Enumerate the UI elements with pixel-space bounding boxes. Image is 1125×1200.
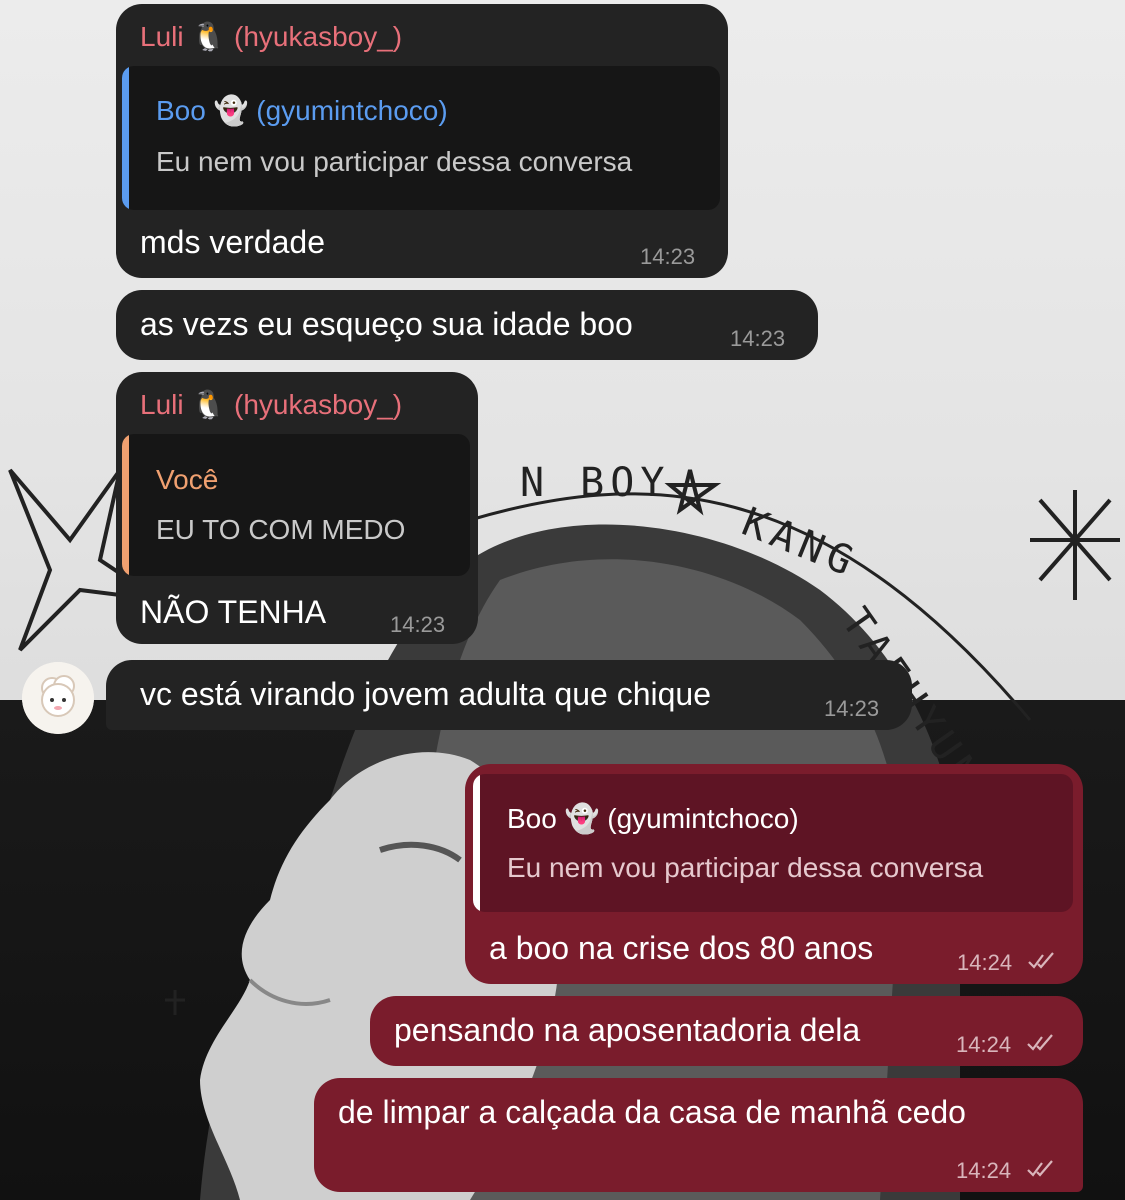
message-time: 14:23 bbox=[390, 612, 446, 637]
quote-accent-bar bbox=[122, 434, 129, 576]
message-bubble-outgoing[interactable]: Boo 👻 (gyumintchoco) Eu nem vou particip… bbox=[465, 764, 1083, 984]
message-text: as vezs eu esqueço sua idade boo bbox=[140, 306, 633, 342]
message-time: 14:24 bbox=[957, 950, 1013, 975]
message-text: vc está virando jovem adulta que chique bbox=[140, 676, 712, 712]
message-time: 14:23 bbox=[640, 244, 696, 269]
reply-quote[interactable]: Boo 👻 (gyumintchoco) Eu nem vou particip… bbox=[122, 66, 720, 210]
quote-author: Boo 👻 (gyumintchoco) bbox=[156, 94, 448, 127]
message-bubble-incoming[interactable]: as vezs eu esqueço sua idade boo 14:23 bbox=[116, 290, 818, 360]
sender-name[interactable]: Luli 🐧 (hyukasboy_) bbox=[140, 20, 402, 53]
quote-accent-bar bbox=[122, 66, 129, 210]
quote-accent-bar bbox=[473, 774, 480, 912]
quote-text: Eu nem vou participar dessa conversa bbox=[507, 852, 984, 883]
message-bubble-incoming[interactable]: Luli 🐧 (hyukasboy_) Boo 👻 (gyumintchoco)… bbox=[116, 4, 728, 278]
message-bubble-outgoing[interactable]: pensando na aposentadoria dela 14:24 bbox=[370, 996, 1083, 1066]
reply-quote[interactable]: Boo 👻 (gyumintchoco) Eu nem vou particip… bbox=[473, 774, 1073, 912]
double-check-icon bbox=[1027, 1160, 1053, 1177]
message-time: 14:24 bbox=[956, 1032, 1012, 1057]
avatar[interactable] bbox=[22, 662, 94, 734]
message-text: a boo na crise dos 80 anos bbox=[489, 930, 874, 966]
message-bubble-outgoing[interactable]: de limpar a calçada da casa de manhã ced… bbox=[314, 1078, 1083, 1192]
sender-name[interactable]: Luli 🐧 (hyukasboy_) bbox=[140, 388, 402, 421]
message-time: 14:23 bbox=[824, 696, 880, 721]
wallpaper-sketch-text: N BOY bbox=[520, 460, 671, 506]
message-text: NÃO TENHA bbox=[140, 594, 327, 630]
quote-author: Boo 👻 (gyumintchoco) bbox=[507, 802, 799, 835]
message-bubble-incoming[interactable]: vc está virando jovem adulta que chique … bbox=[106, 660, 912, 730]
message-text: mds verdade bbox=[140, 224, 325, 260]
message-text: de limpar a calçada da casa de manhã ced… bbox=[338, 1094, 966, 1130]
double-check-icon bbox=[1027, 1034, 1053, 1051]
message-text: pensando na aposentadoria dela bbox=[394, 1012, 861, 1048]
double-check-icon bbox=[1028, 952, 1054, 969]
sheep-avatar-icon bbox=[22, 662, 94, 734]
quote-text: Eu nem vou participar dessa conversa bbox=[156, 146, 633, 177]
penguin-emoji: 🐧 bbox=[191, 388, 227, 421]
quote-author: Você bbox=[156, 464, 219, 495]
ghost-emoji: 👻 bbox=[213, 94, 249, 127]
message-time: 14:24 bbox=[956, 1158, 1012, 1183]
message-time: 14:23 bbox=[730, 326, 786, 351]
reply-quote[interactable]: Você EU TO COM MEDO bbox=[122, 434, 470, 576]
ghost-emoji: 👻 bbox=[564, 802, 600, 835]
penguin-emoji: 🐧 bbox=[191, 20, 227, 53]
message-bubble-incoming[interactable]: Luli 🐧 (hyukasboy_) Você EU TO COM MEDO … bbox=[116, 372, 478, 644]
quote-text: EU TO COM MEDO bbox=[156, 514, 406, 545]
